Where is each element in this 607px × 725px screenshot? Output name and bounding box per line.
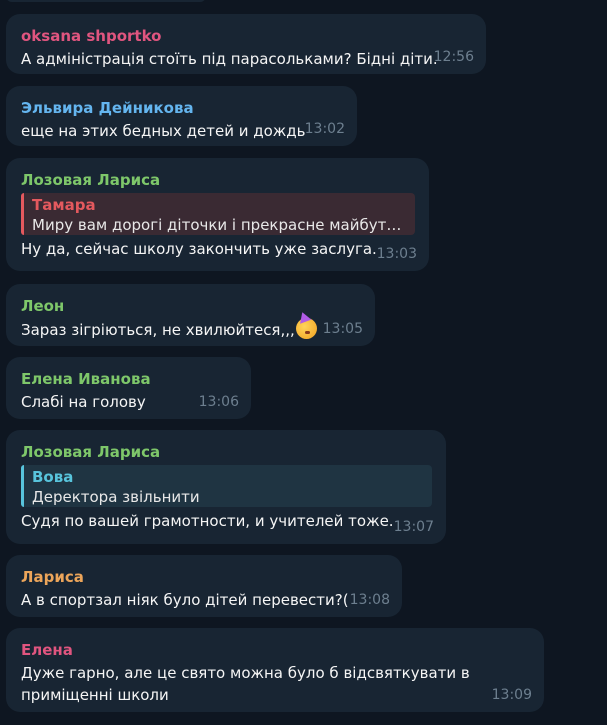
message-text: Судя по вашей грамотности, и учителей то…	[21, 512, 394, 530]
message-author[interactable]: Лозовая Лариса	[21, 170, 415, 190]
message-text: А адміністрація стоїть під парасольками?…	[21, 50, 438, 68]
chat-message-list[interactable]: oksana shportko А адміністрація стоїть п…	[0, 0, 607, 725]
message-author[interactable]: Лариса	[21, 567, 388, 587]
message-time: 13:05	[322, 321, 363, 337]
message-author[interactable]: Леон	[21, 296, 361, 316]
message-text-line: приміщенні школи	[21, 686, 169, 704]
reply-quote[interactable]: Тамара Миру вам дорогі діточки і прекрас…	[21, 193, 415, 235]
message-bubble[interactable]: Леон Зараз зігріються, не хвилюйтеся,,, …	[6, 284, 375, 346]
message-bubble[interactable]: Эльвира Дейникова еще на этих бедных дет…	[6, 86, 357, 146]
reply-text: Деректора звільнити	[32, 488, 200, 506]
message-time: 13:07	[393, 519, 434, 535]
message-text-line: Дуже гарно, але це свято можна було б ві…	[21, 664, 470, 682]
message-text: Ну да, сейчас школу закончить уже заслуг…	[21, 240, 377, 258]
reply-author: Тамара	[32, 196, 96, 214]
message-text: еще на этих бедных детей и дождь	[21, 122, 306, 140]
message-time: 13:09	[491, 687, 532, 703]
message-bubble[interactable]: Лозовая Лариса Вова Деректора звільнити …	[6, 430, 446, 544]
message-time: 13:08	[349, 592, 390, 608]
message-author[interactable]: oksana shportko	[21, 26, 472, 46]
message-bubble[interactable]: oksana shportko А адміністрація стоїть п…	[6, 14, 486, 74]
message-author[interactable]: Эльвира Дейникова	[21, 98, 343, 118]
message-author[interactable]: Елена Иванова	[21, 369, 237, 389]
message-text: А в спортзал ніяк було дітей перевести?(	[21, 591, 349, 609]
message-bubble[interactable]: Лариса А в спортзал ніяк було дітей пере…	[6, 555, 402, 617]
message-time: 13:06	[198, 394, 239, 410]
message-bubble[interactable]: Лозовая Лариса Тамара Миру вам дорогі ді…	[6, 158, 429, 271]
message-time: 13:03	[376, 246, 417, 262]
message-text: Зараз зігріються, не хвилюйтеся,,,	[21, 321, 295, 339]
partying-face-emoji-icon	[295, 318, 317, 339]
reply-author: Вова	[32, 468, 74, 486]
message-author[interactable]: Лозовая Лариса	[21, 442, 432, 462]
message-author[interactable]: Елена	[21, 640, 530, 660]
previous-message-bubble	[6, 0, 206, 2]
message-bubble[interactable]: Елена Дуже гарно, але це свято можна бул…	[6, 628, 544, 712]
reply-text: Миру вам дорогі діточки і прекрасне майб…	[32, 216, 405, 234]
message-text-row: Зараз зігріються, не хвилюйтеся,,,	[21, 318, 361, 341]
message-bubble[interactable]: Елена Иванова Слабі на голову 13:06	[6, 357, 251, 419]
message-time: 12:56	[433, 49, 474, 65]
reply-quote[interactable]: Вова Деректора звільнити	[21, 465, 432, 507]
message-time: 13:02	[304, 121, 345, 137]
